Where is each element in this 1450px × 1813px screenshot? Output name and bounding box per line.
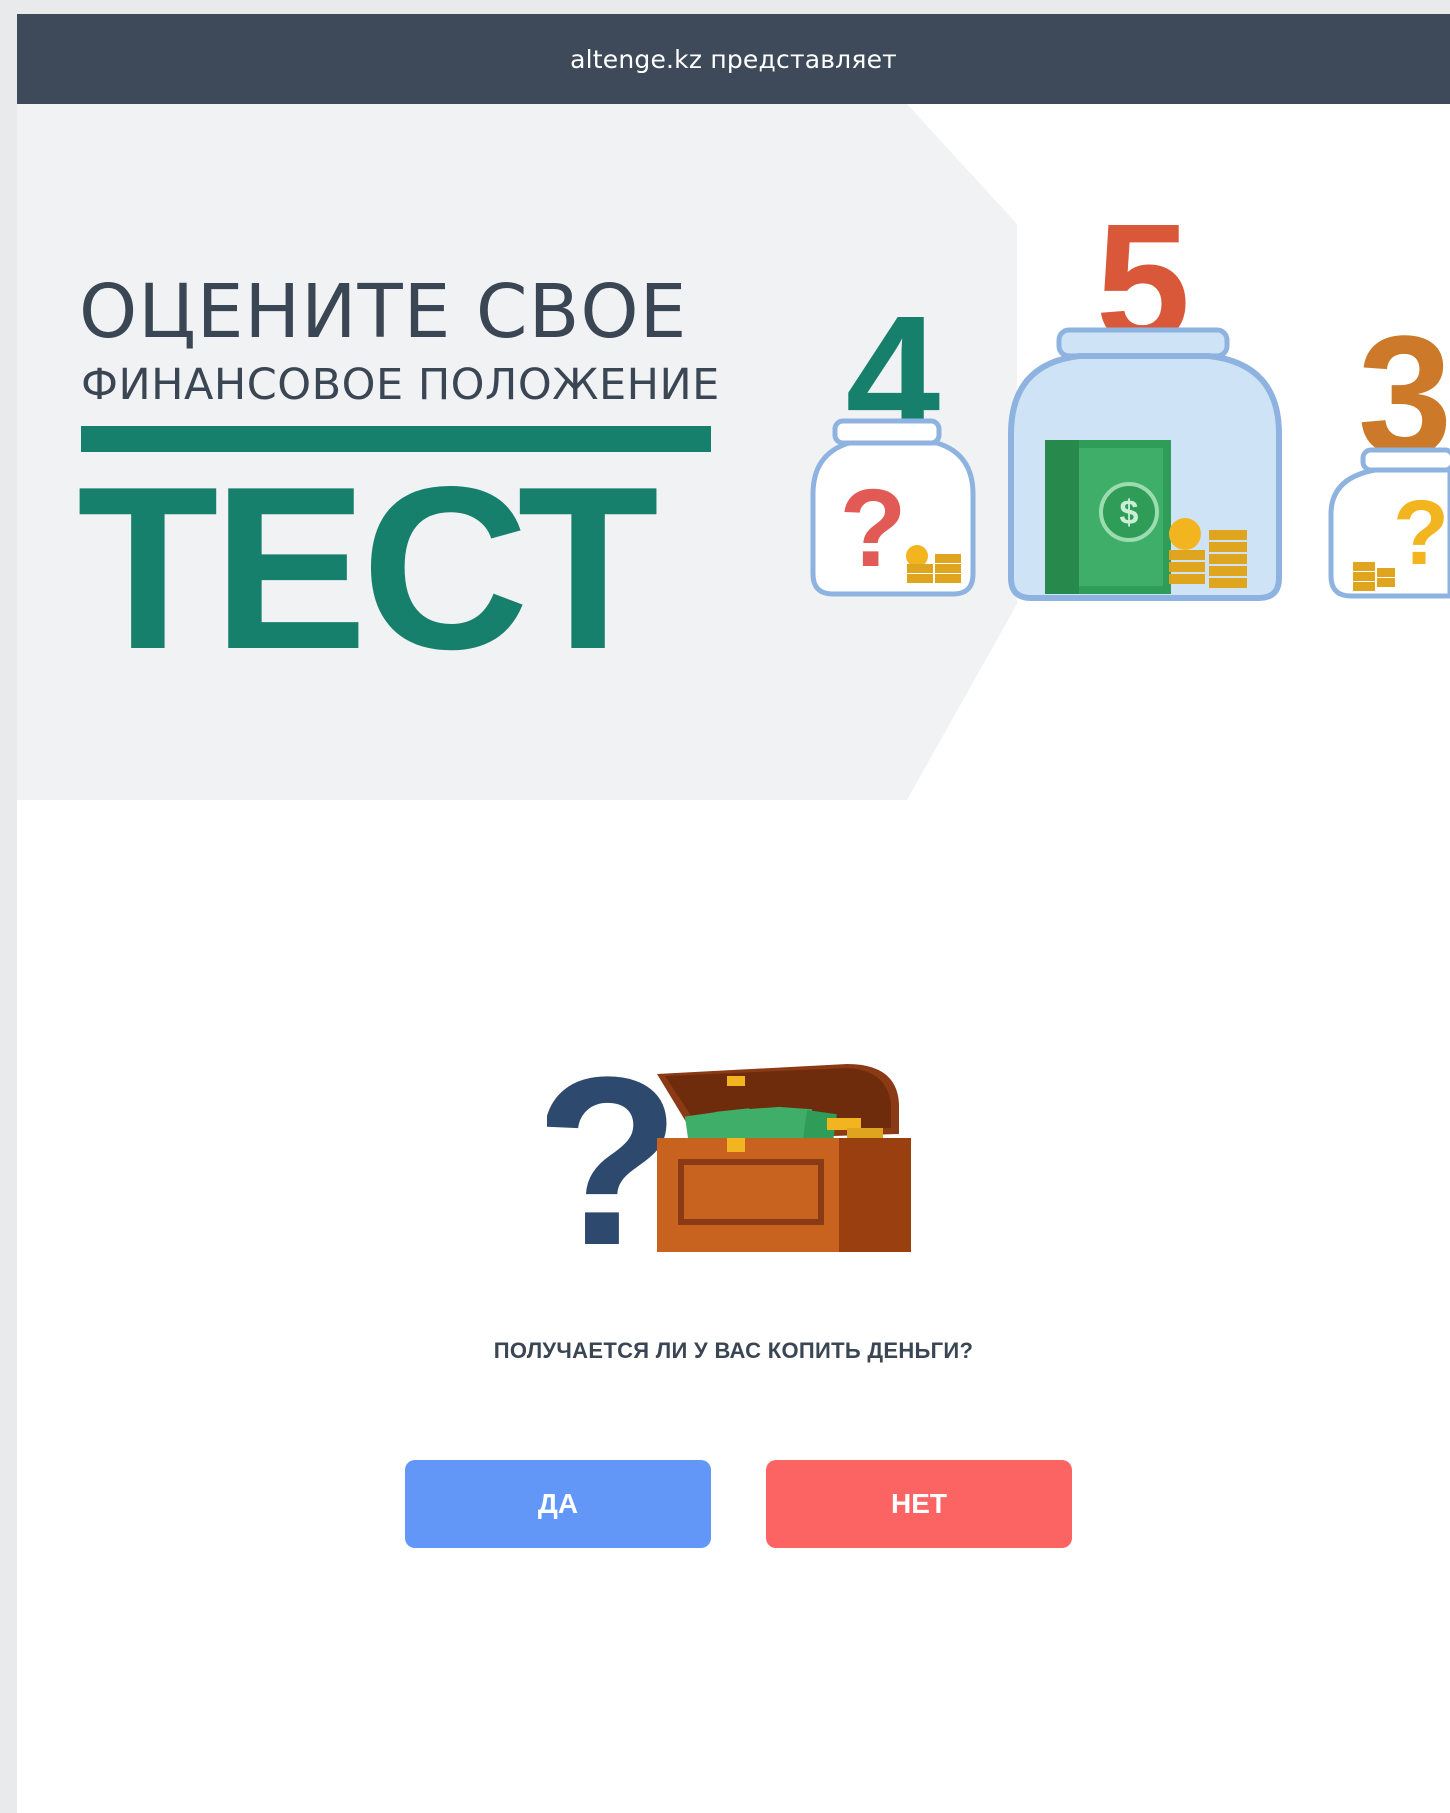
money-stack: $ <box>1045 440 1171 594</box>
hero-section: ОЦЕНИТЕ СВОЕ ФИНАНСОВОЕ ПОЛОЖЕНИЕ ТЕСТ 4… <box>17 104 1450 800</box>
title-line-2: ФИНАНСОВОЕ ПОЛОЖЕНИЕ <box>81 360 720 410</box>
title-line-1: ОЦЕНИТЕ СВОЕ <box>79 269 688 355</box>
jar-3: 3 ? <box>1328 301 1450 599</box>
page: altenge.kz представляет ОЦЕНИТЕ СВОЕ ФИН… <box>17 14 1450 1813</box>
jars-illustration: 4 ? 5 $ 3 ? <box>810 214 1450 601</box>
top-banner: altenge.kz представляет <box>17 14 1450 104</box>
yes-button[interactable]: ДА <box>405 1460 711 1548</box>
jar-4: 4 ? <box>810 281 976 597</box>
quiz-question: ПОЛУЧАЕТСЯ ЛИ У ВАС КОПИТЬ ДЕНЬГИ? <box>493 1338 974 1363</box>
jar-5: 5 $ <box>1008 214 1282 601</box>
title-test: ТЕСТ <box>77 439 659 698</box>
no-button[interactable]: НЕТ <box>766 1460 1072 1548</box>
treasure-chest-icon: ? <box>547 1054 911 1254</box>
question-mark-yellow: ? <box>1393 482 1449 584</box>
banner-text: altenge.kz представляет <box>570 44 897 74</box>
question-mark-red: ? <box>839 467 906 590</box>
svg-text:$: $ <box>1120 494 1139 532</box>
